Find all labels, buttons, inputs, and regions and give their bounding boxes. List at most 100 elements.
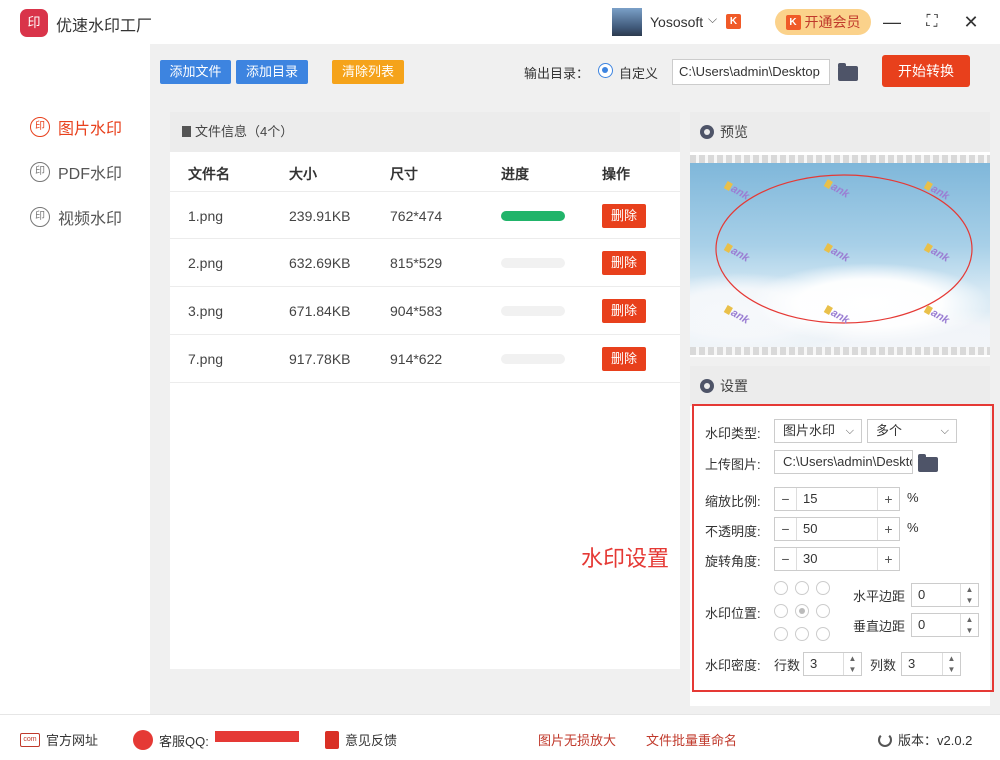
- position-center[interactable]: [795, 604, 809, 618]
- feedback-link[interactable]: 意见反馈: [325, 730, 397, 749]
- lossless-enlarge-link[interactable]: 图片无损放大: [538, 730, 616, 749]
- start-convert-button[interactable]: 开始转换: [882, 55, 970, 87]
- opacity-stepper[interactable]: − 50 +: [774, 517, 900, 541]
- file-size: 671.84KB: [289, 303, 351, 319]
- position-top-center[interactable]: [795, 581, 809, 595]
- upload-path-value: C:\Users\admin\Desktop: [783, 454, 913, 469]
- v-margin-value[interactable]: 0: [918, 614, 925, 636]
- decrement-button[interactable]: −: [775, 518, 797, 540]
- delete-button[interactable]: 删除: [602, 299, 646, 323]
- position-middle-right[interactable]: [816, 604, 830, 618]
- add-file-button[interactable]: 添加文件: [160, 60, 231, 84]
- opacity-value[interactable]: 50: [803, 518, 817, 540]
- rows-spinner[interactable]: 3 ▲ ▼: [803, 652, 862, 676]
- scale-value[interactable]: 15: [803, 488, 817, 510]
- file-name: 1.png: [188, 208, 224, 224]
- decrement-button[interactable]: −: [775, 488, 797, 510]
- cols-spinner[interactable]: 3 ▲ ▼: [901, 652, 961, 676]
- vip-button[interactable]: K 开通会员: [775, 9, 871, 35]
- position-bottom-right[interactable]: [816, 627, 830, 641]
- watermark-type-label: 水印类型:: [705, 426, 761, 441]
- delete-button[interactable]: 删除: [602, 204, 646, 228]
- spinner-arrows-icon[interactable]: ▲ ▼: [960, 614, 978, 636]
- file-dimensions: 815*529: [390, 255, 443, 271]
- redacted-qq-number: [215, 731, 299, 742]
- feedback-icon: [325, 730, 339, 749]
- sidebar-item-image-watermark[interactable]: 印 图片水印: [30, 115, 122, 139]
- increment-button[interactable]: +: [877, 548, 899, 570]
- delete-button[interactable]: 删除: [602, 251, 646, 275]
- file-name: 2.png: [188, 255, 224, 271]
- folder-icon[interactable]: [838, 63, 858, 81]
- sidebar-item-video-watermark[interactable]: 印 视频水印: [30, 205, 122, 229]
- support-qq-link[interactable]: 客服QQ:: [133, 730, 209, 750]
- chevron-down-icon[interactable]: ⌵: [708, 12, 717, 27]
- scale-stepper[interactable]: − 15 +: [774, 487, 900, 511]
- file-dimensions: 762*474: [390, 208, 443, 224]
- position-bottom-center[interactable]: [795, 627, 809, 641]
- density-label: 水印密度:: [705, 658, 761, 673]
- rotation-stepper[interactable]: − 30 +: [774, 547, 900, 571]
- minimize-button[interactable]: —: [879, 9, 905, 35]
- column-header-dimensions: 尺寸: [390, 166, 418, 182]
- preview-title: 预览: [720, 124, 748, 140]
- cols-value[interactable]: 3: [908, 653, 915, 675]
- close-button[interactable]: ✕: [958, 9, 984, 35]
- add-folder-button[interactable]: 添加目录: [236, 60, 308, 84]
- percent-unit: %: [907, 490, 919, 505]
- stamp-icon: 印: [30, 162, 50, 182]
- decrement-button[interactable]: −: [775, 548, 797, 570]
- watermark-count-select[interactable]: 多个 ⌵: [867, 419, 957, 443]
- increment-button[interactable]: +: [877, 518, 899, 540]
- preview-header: 预览: [690, 112, 990, 152]
- progress-bar: [501, 258, 565, 268]
- position-top-right[interactable]: [816, 581, 830, 595]
- h-margin-value[interactable]: 0: [918, 584, 925, 606]
- batch-rename-link[interactable]: 文件批量重命名: [646, 730, 737, 749]
- position-bottom-left[interactable]: [774, 627, 788, 641]
- clear-list-button[interactable]: 清除列表: [332, 60, 404, 84]
- delete-button[interactable]: 删除: [602, 347, 646, 371]
- refresh-icon: [878, 732, 892, 747]
- position-middle-left[interactable]: [774, 604, 788, 618]
- rows-value[interactable]: 3: [810, 653, 817, 675]
- position-top-left[interactable]: [774, 581, 788, 595]
- custom-dir-radio-label[interactable]: 自定义: [619, 63, 658, 82]
- settings-title: 设置: [720, 378, 748, 394]
- file-size: 917.78KB: [289, 351, 351, 367]
- gear-icon: [700, 125, 714, 139]
- sidebar-item-label: 视频水印: [58, 211, 123, 228]
- stamp-icon: 印: [30, 117, 50, 137]
- official-website-label: 官方网址: [46, 733, 99, 748]
- progress-bar: [501, 211, 565, 221]
- spinner-arrows-icon[interactable]: ▲ ▼: [942, 653, 960, 675]
- gear-icon: [700, 379, 714, 393]
- sidebar: [0, 44, 150, 714]
- username[interactable]: Yososoft: [650, 14, 703, 30]
- file-panel-title: 文件信息（4个）: [195, 124, 294, 139]
- version-info[interactable]: 版本：v2.0.2: [878, 730, 972, 749]
- avatar[interactable]: [612, 8, 642, 36]
- table-row[interactable]: 3.png 671.84KB 904*583 删除: [170, 287, 680, 335]
- h-margin-spinner[interactable]: 0 ▲ ▼: [911, 583, 979, 607]
- folder-icon[interactable]: [918, 454, 938, 472]
- table-row[interactable]: 1.png 239.91KB 762*474 删除: [170, 191, 680, 239]
- app-logo-icon: 印: [20, 9, 48, 37]
- output-path-field[interactable]: C:\Users\admin\Desktop: [672, 59, 830, 85]
- spinner-arrows-icon[interactable]: ▲ ▼: [843, 653, 861, 675]
- maximize-button[interactable]: ⛶: [919, 9, 945, 35]
- custom-dir-radio[interactable]: [598, 63, 613, 78]
- sidebar-item-pdf-watermark[interactable]: 印 PDF水印: [30, 160, 122, 184]
- website-icon: com: [20, 732, 40, 747]
- table-row[interactable]: 2.png 632.69KB 815*529 删除: [170, 239, 680, 287]
- spinner-arrows-icon[interactable]: ▲ ▼: [960, 584, 978, 606]
- rotation-value[interactable]: 30: [803, 548, 817, 570]
- watermark-type-select[interactable]: 图片水印 ⌵: [774, 419, 862, 443]
- upload-path-field[interactable]: C:\Users\admin\Desktop: [774, 450, 913, 474]
- increment-button[interactable]: +: [877, 488, 899, 510]
- v-margin-spinner[interactable]: 0 ▲ ▼: [911, 613, 979, 637]
- official-website-link[interactable]: com 官方网址: [20, 730, 98, 749]
- table-row[interactable]: 7.png 917.78KB 914*622 删除: [170, 335, 680, 383]
- vip-k-icon: K: [785, 14, 801, 30]
- preview-image: ank ank ank ank ank ank ank ank ank: [690, 163, 990, 347]
